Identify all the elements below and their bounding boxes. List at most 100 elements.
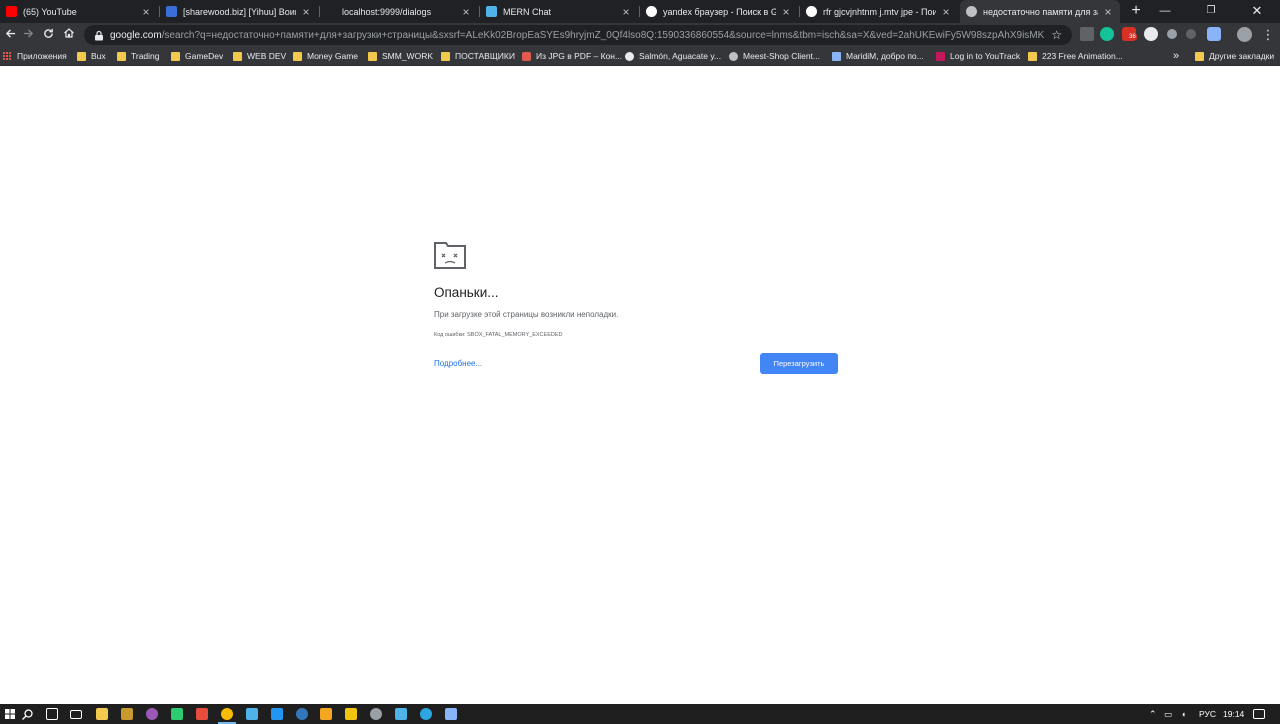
bookmark-maridim[interactable]: MaridiM, добро по... <box>832 46 924 66</box>
avatar[interactable] <box>1237 27 1252 42</box>
bookmark-salmon[interactable]: Salmón, Aguacate y... <box>625 46 721 66</box>
reload-button[interactable]: Перезагрузить <box>760 353 838 374</box>
yandex-app-icon[interactable] <box>345 708 357 720</box>
folder-icon <box>117 51 126 61</box>
close-tab-icon[interactable]: × <box>780 5 792 19</box>
app-blue-icon[interactable] <box>246 708 258 720</box>
close-window-button[interactable]: ✕ <box>1234 0 1280 23</box>
bookmark-label: Log in to YouTrack <box>950 51 1021 61</box>
notifications-icon[interactable] <box>1253 709 1265 719</box>
apps-grid-icon <box>3 51 12 61</box>
recipe-icon <box>625 51 634 61</box>
tab-rfr-search[interactable]: rfr gjcvjnhtnm j.mtv jpe - Поиск × <box>800 0 958 23</box>
tab-title: (65) YouTube <box>23 6 77 17</box>
bookmarks-overflow-button[interactable]: » <box>1173 46 1179 66</box>
archive-app-icon[interactable] <box>121 708 133 720</box>
restore-button[interactable]: ❐ <box>1188 0 1234 23</box>
extension-red-icon[interactable]: 36 <box>1122 27 1137 41</box>
multicolor-app-icon[interactable] <box>196 708 208 720</box>
minimize-button[interactable]: — <box>1142 0 1188 23</box>
keyboard-icon[interactable] <box>70 710 82 719</box>
home-button[interactable] <box>59 25 79 45</box>
close-tab-icon[interactable]: × <box>140 5 152 19</box>
folder-icon <box>368 51 377 61</box>
bookmark-label: Salmón, Aguacate y... <box>639 51 722 61</box>
bookmark-label: GameDev <box>185 51 224 61</box>
folder-icon <box>77 51 86 61</box>
tab-sharewood[interactable]: [sharewood.biz] [Yihuu] Воин Ги × <box>160 0 318 23</box>
extension-lock-blue-icon[interactable] <box>1207 27 1221 41</box>
forward-button[interactable] <box>18 25 38 45</box>
bookmark-free-animation[interactable]: 223 Free Animation... <box>1028 46 1123 66</box>
telegram-icon[interactable] <box>420 708 432 720</box>
bookmark-jpg-to-pdf[interactable]: Из JPG в PDF – Кон... <box>522 46 622 66</box>
yellow-app-icon[interactable] <box>320 708 332 720</box>
back-button[interactable] <box>0 25 20 45</box>
bookmark-bux[interactable]: Bux <box>77 46 106 66</box>
extension-badge: 36 <box>1128 34 1137 40</box>
youtube-icon <box>6 6 17 17</box>
tab-title: [sharewood.biz] [Yihuu] Воин Ги <box>183 6 296 17</box>
bookmark-apps[interactable]: Приложения <box>3 46 67 66</box>
extension-flower-icon[interactable] <box>1144 27 1158 41</box>
reload-page-button[interactable] <box>38 25 58 45</box>
edge-icon[interactable] <box>296 708 308 720</box>
address-bar[interactable]: google.com/search?q=недостаточно+памяти+… <box>84 25 1072 45</box>
learn-more-link[interactable]: Подробнее... <box>434 359 482 368</box>
bookmark-gamedev[interactable]: GameDev <box>171 46 223 66</box>
bookmark-label: Trading <box>131 51 160 61</box>
bookmark-money-game[interactable]: Money Game <box>293 46 358 66</box>
bookmark-meest-shop[interactable]: Meest-Shop Client... <box>729 46 820 66</box>
language-indicator[interactable]: РУС <box>1199 704 1216 724</box>
monitor-app-icon[interactable] <box>445 708 457 720</box>
youtrack-icon <box>936 51 945 61</box>
bookmark-star-icon[interactable]: ☆ <box>1051 28 1062 42</box>
google-icon <box>646 6 657 17</box>
close-tab-icon[interactable]: × <box>1102 5 1114 19</box>
vscode-icon[interactable] <box>271 708 283 720</box>
close-tab-icon[interactable]: × <box>940 5 952 19</box>
url-host: google.com <box>110 29 162 41</box>
bookmark-other[interactable]: Другие закладки <box>1195 46 1274 66</box>
bookmark-web-dev[interactable]: WEB DEV <box>233 46 286 66</box>
bookmark-youtrack[interactable]: Log in to YouTrack <box>936 46 1020 66</box>
home-icon <box>64 28 74 38</box>
close-tab-icon[interactable]: × <box>620 5 632 19</box>
bookmark-label: Другие закладки <box>1209 51 1275 61</box>
tab-active-memory-error[interactable]: недостаточно памяти для загру × <box>960 0 1120 23</box>
green-app-icon[interactable] <box>171 708 183 720</box>
error-title: Опаньки... <box>434 285 499 300</box>
tab-title: localhost:9999/dialogs <box>342 6 432 17</box>
bookmark-label: MaridiM, добро по... <box>846 51 924 61</box>
network-icon[interactable]: ▭ <box>1164 704 1172 724</box>
bookmark-trading[interactable]: Trading <box>117 46 160 66</box>
task-view-icon[interactable] <box>46 708 58 720</box>
tab-localhost[interactable]: localhost:9999/dialogs × <box>320 0 478 23</box>
page-content: Опаньки... При загрузке этой страницы во… <box>0 67 1280 704</box>
extension-printer-icon[interactable] <box>1080 27 1094 41</box>
network-app-icon[interactable] <box>395 708 407 720</box>
tab-yandex-search[interactable]: yandex браузер - Поиск в Goog × <box>640 0 798 23</box>
tab-mern-chat[interactable]: MERN Chat × <box>480 0 638 23</box>
windows-start-icon[interactable] <box>5 709 15 719</box>
chart-bars-icon <box>1028 51 1037 61</box>
tray-chevron-up-icon[interactable]: ⌃ <box>1149 704 1157 724</box>
bookmark-suppliers[interactable]: ПОСТАВЩИКИ <box>441 46 515 66</box>
menu-button[interactable]: ⋮ <box>1258 25 1278 45</box>
search-icon[interactable] <box>22 709 33 720</box>
sad-tab-icon <box>434 242 466 269</box>
extension-dim-icon[interactable] <box>1186 29 1196 39</box>
bookmark-smm-work[interactable]: SMM_WORK <box>368 46 433 66</box>
settings-gear-icon[interactable] <box>370 708 382 720</box>
chrome-taskbar-icon[interactable] <box>221 708 233 720</box>
clock[interactable]: 19:14 <box>1223 704 1244 724</box>
close-tab-icon[interactable]: × <box>460 5 472 19</box>
purple-app-icon[interactable] <box>146 708 158 720</box>
file-explorer-icon[interactable] <box>96 708 108 720</box>
volume-icon[interactable]: ◖ <box>1181 704 1186 724</box>
error-code: Код ошибки: SBOX_FATAL_MEMORY_EXCEEDED <box>434 332 563 338</box>
tab-youtube[interactable]: (65) YouTube × <box>0 0 158 23</box>
extension-circle-icon[interactable] <box>1165 27 1179 41</box>
grammarly-extension-icon[interactable] <box>1100 27 1114 41</box>
close-tab-icon[interactable]: × <box>300 5 312 19</box>
